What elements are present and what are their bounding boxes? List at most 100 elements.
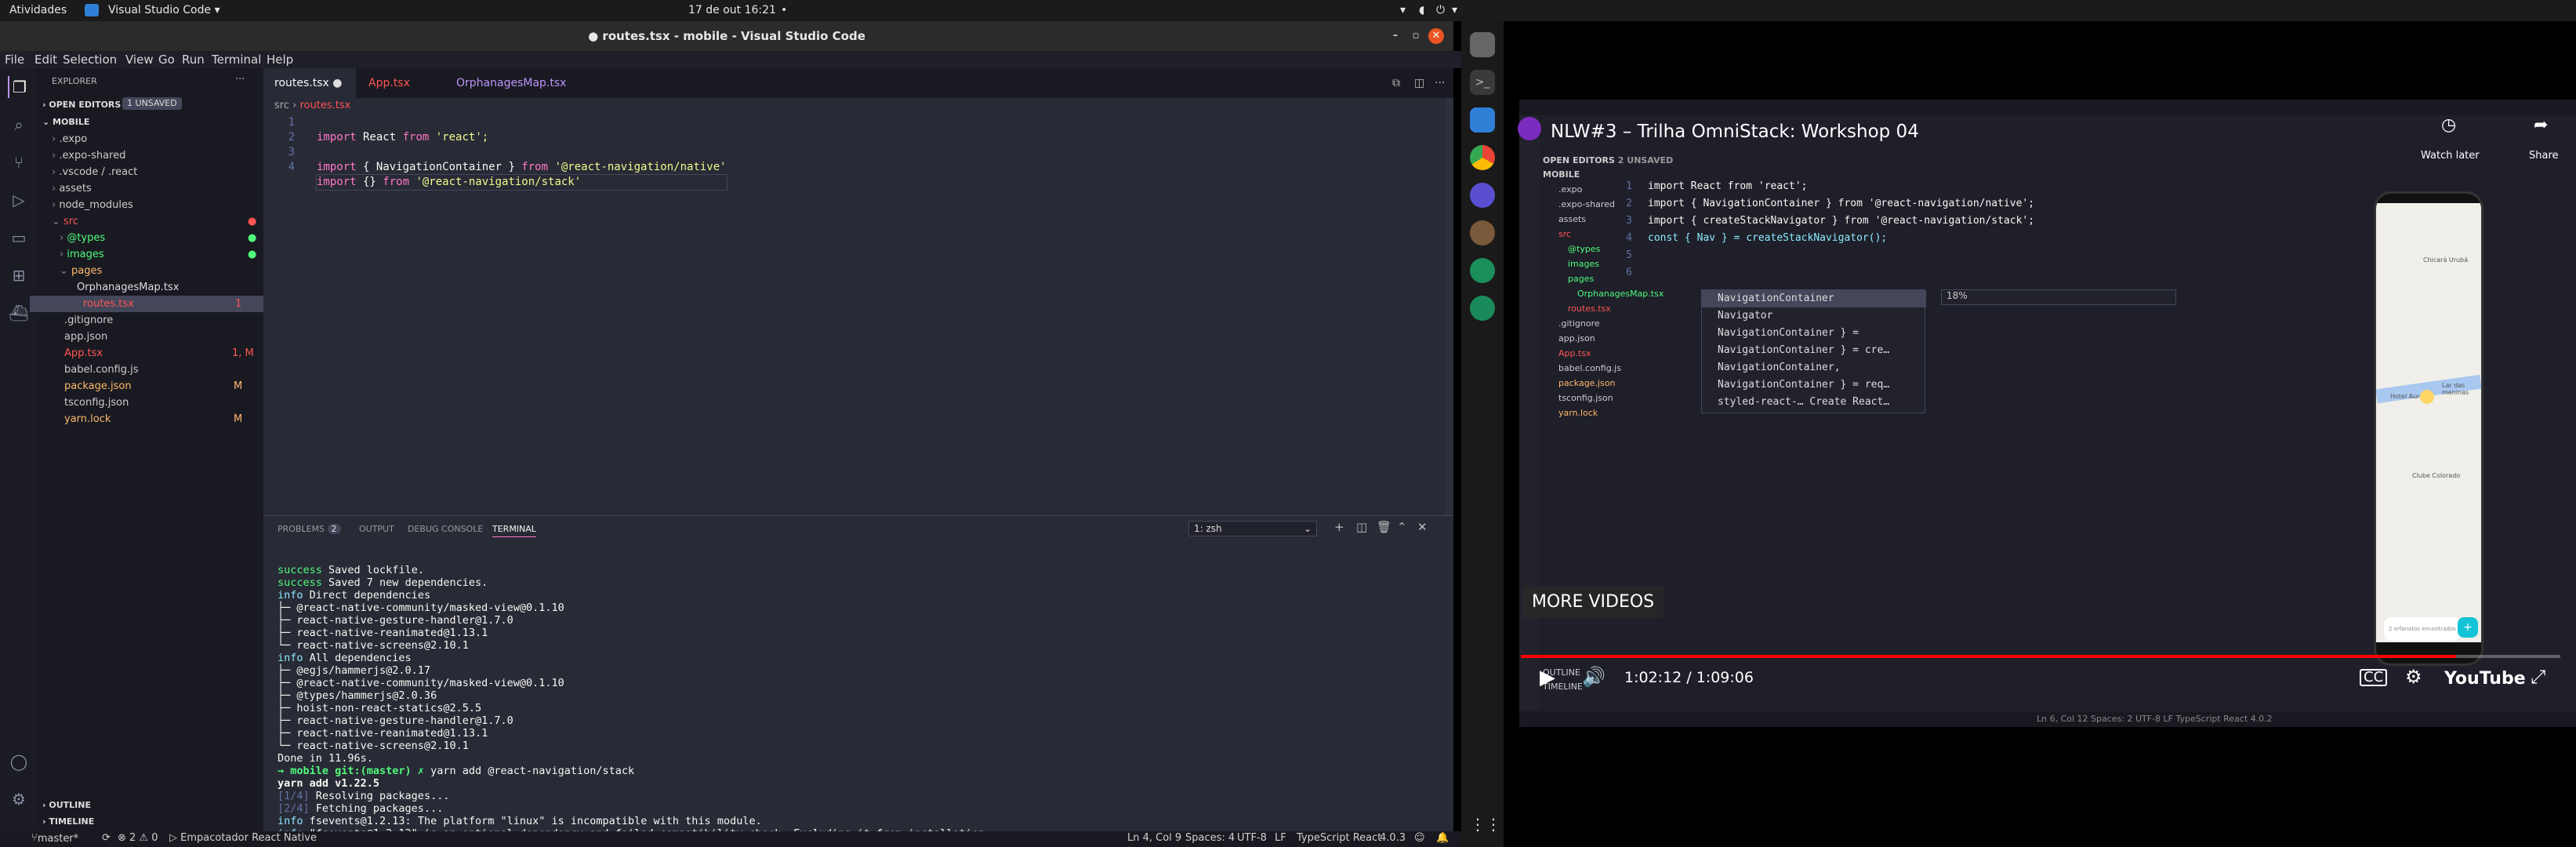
play-button[interactable]: ▶ bbox=[1540, 666, 1555, 689]
wifi-icon[interactable]: ▾ bbox=[1400, 4, 1406, 16]
sync-icon[interactable]: ⟳ bbox=[102, 832, 111, 844]
insomnia-icon[interactable] bbox=[1470, 183, 1495, 208]
share-icon[interactable]: ➦ bbox=[2534, 115, 2548, 135]
split-editor-icon[interactable]: ◫ bbox=[1403, 68, 1424, 98]
volume-button[interactable]: 🔊 bbox=[1582, 666, 1605, 688]
system-menu-icon[interactable]: ▾ bbox=[1452, 4, 1457, 16]
channel-avatar[interactable] bbox=[1518, 117, 1541, 140]
tree-item[interactable]: yarn.lock M bbox=[64, 411, 263, 427]
maximize-panel-icon[interactable]: ⌃ bbox=[1397, 520, 1407, 534]
tab-orphanages-map[interactable]: OrphanagesMap.tsx bbox=[445, 68, 586, 98]
minimize-icon[interactable]: – bbox=[1388, 28, 1403, 44]
video-title[interactable]: NLW#3 – Trilha OmniStack: Workshop 04 bbox=[1551, 122, 1919, 142]
tree-item[interactable]: ⌄ pages bbox=[60, 263, 263, 279]
search-icon[interactable]: ⌕ bbox=[8, 114, 30, 136]
bell-icon[interactable]: 🔔 bbox=[1436, 832, 1449, 844]
account-icon[interactable]: ◯ bbox=[8, 751, 30, 772]
menu-file[interactable]: File bbox=[5, 53, 24, 67]
close-icon[interactable]: ✕ bbox=[1428, 28, 1444, 44]
menu-run[interactable]: Run bbox=[182, 53, 205, 67]
gear-icon[interactable]: ⚙ bbox=[8, 788, 30, 810]
menu-go[interactable]: Go bbox=[158, 53, 175, 67]
language-mode[interactable]: TypeScript React bbox=[1297, 832, 1381, 844]
outline-section[interactable]: › OUTLINE bbox=[42, 797, 91, 813]
editor-more-icon[interactable]: ··· bbox=[1424, 68, 1445, 98]
chrome-icon[interactable] bbox=[1470, 145, 1495, 170]
menu-help[interactable]: Help bbox=[267, 53, 293, 67]
watch-later-icon[interactable]: ◷ bbox=[2441, 115, 2456, 135]
gitkraken-icon[interactable] bbox=[1470, 296, 1495, 321]
explorer-icon[interactable]: ❐ bbox=[8, 76, 30, 98]
volume-icon[interactable]: ◖ bbox=[1419, 4, 1424, 16]
extensions-icon[interactable]: ⊞ bbox=[8, 264, 30, 286]
tab-problems[interactable]: PROBLEMS 2 bbox=[278, 524, 341, 534]
menu-view[interactable]: View bbox=[125, 53, 154, 67]
tree-item[interactable]: tsconfig.json bbox=[64, 394, 263, 411]
youtube-logo[interactable]: YouTube bbox=[2444, 669, 2526, 689]
tree-item[interactable]: › node_modules bbox=[52, 197, 263, 213]
run-debug-icon[interactable]: ▷ bbox=[8, 189, 30, 211]
tree-item[interactable]: .gitignore bbox=[64, 312, 263, 329]
app-grid-icon[interactable]: ⋮⋮ bbox=[1470, 812, 1501, 837]
breadcrumb[interactable]: src › routes.tsx bbox=[274, 100, 350, 111]
terminal-select[interactable]: 1: zsh ⌄ bbox=[1188, 521, 1317, 536]
tree-item[interactable]: app.json bbox=[64, 329, 263, 345]
power-icon[interactable]: ⏻ bbox=[1436, 4, 1445, 16]
more-videos-button[interactable]: MORE VIDEOS bbox=[1522, 586, 1664, 618]
menu-terminal[interactable]: Terminal bbox=[212, 53, 261, 67]
tree-item[interactable]: ⌄ src ● bbox=[52, 213, 263, 230]
tree-item[interactable]: › .expo bbox=[52, 131, 263, 147]
tree-item[interactable]: › .expo-shared bbox=[52, 147, 263, 164]
open-changes-icon[interactable]: ⧉ bbox=[1381, 68, 1400, 98]
run-status[interactable]: ▷ Empacotador React Native bbox=[169, 832, 317, 844]
ts-version[interactable]: 4.0.3 bbox=[1380, 832, 1406, 844]
close-panel-icon[interactable]: ✕ bbox=[1417, 520, 1428, 534]
app-menu[interactable]: Visual Studio Code ▾ bbox=[108, 4, 220, 16]
avatar-app-icon[interactable] bbox=[1470, 220, 1495, 245]
youtube-player[interactable]: OPEN EDITORS 2 UNSAVED MOBILE .expo .exp… bbox=[1504, 21, 2576, 847]
menu-edit[interactable]: Edit bbox=[34, 53, 57, 67]
editor-scrollbar[interactable] bbox=[1446, 98, 1453, 515]
video-progress-track[interactable] bbox=[1521, 655, 2560, 658]
maps-app-icon[interactable] bbox=[1470, 258, 1495, 283]
vscode-icon[interactable] bbox=[1470, 107, 1495, 133]
source-control-icon[interactable]: ⑂ bbox=[8, 151, 30, 173]
tree-item-selected[interactable]: routes.tsx 1 bbox=[30, 296, 263, 312]
menu-selection[interactable]: Selection bbox=[63, 53, 117, 67]
tree-item[interactable]: babel.config.js bbox=[64, 362, 263, 378]
new-terminal-icon[interactable]: + bbox=[1334, 520, 1344, 534]
maximize-icon[interactable]: ▫ bbox=[1408, 28, 1424, 44]
fullscreen-icon[interactable]: ⤢ bbox=[2531, 666, 2545, 688]
tree-item[interactable]: › images ● bbox=[60, 246, 263, 263]
tree-item[interactable]: › assets bbox=[52, 180, 263, 197]
indentation[interactable]: Spaces: 4 bbox=[1185, 832, 1235, 844]
feedback-icon[interactable]: ☺ bbox=[1414, 832, 1425, 844]
activities-button[interactable]: Atividades bbox=[9, 4, 67, 16]
captions-button[interactable]: CC bbox=[2360, 669, 2388, 686]
tab-routes[interactable]: routes.tsx ● bbox=[263, 68, 356, 98]
tree-item[interactable]: App.tsx 1, M bbox=[64, 345, 263, 362]
tab-app[interactable]: App.tsx bbox=[357, 68, 444, 98]
remote-explorer-icon[interactable]: ▭ bbox=[8, 227, 30, 249]
code-content[interactable]: import React from 'react'; import { Navi… bbox=[316, 115, 727, 191]
more-actions-icon[interactable]: ··· bbox=[235, 71, 245, 88]
workspace-root[interactable]: ⌄ MOBILE bbox=[42, 114, 89, 130]
terminal-icon[interactable]: >_ bbox=[1470, 70, 1495, 95]
terminal-output[interactable]: success Saved lockfile. success Saved 7 n… bbox=[278, 551, 991, 840]
tab-terminal[interactable]: TERMINAL bbox=[492, 524, 536, 537]
tree-item[interactable]: › .vscode / .react bbox=[52, 164, 263, 180]
tab-output[interactable]: OUTPUT bbox=[359, 524, 394, 534]
settings-gear-icon[interactable]: ⚙ bbox=[2405, 666, 2422, 688]
problems-status[interactable]: ⊗ 2 ⚠ 0 bbox=[118, 832, 158, 844]
encoding[interactable]: UTF-8 bbox=[1237, 832, 1267, 844]
clock[interactable]: 17 de out 16:21 bbox=[688, 4, 776, 16]
split-terminal-icon[interactable]: ◫ bbox=[1356, 520, 1367, 534]
tree-item[interactable]: package.json M bbox=[64, 378, 263, 394]
git-branch[interactable]: ⑂ master* bbox=[31, 832, 78, 845]
trash-icon[interactable]: 🗑 bbox=[1377, 520, 1391, 534]
tree-item[interactable]: › @types ● bbox=[60, 230, 263, 246]
docker-icon[interactable]: ⛴ bbox=[8, 302, 30, 324]
tab-debug-console[interactable]: DEBUG CONSOLE bbox=[408, 524, 483, 534]
cursor-position[interactable]: Ln 4, Col 9 bbox=[1127, 832, 1181, 844]
files-icon[interactable] bbox=[1470, 32, 1495, 57]
